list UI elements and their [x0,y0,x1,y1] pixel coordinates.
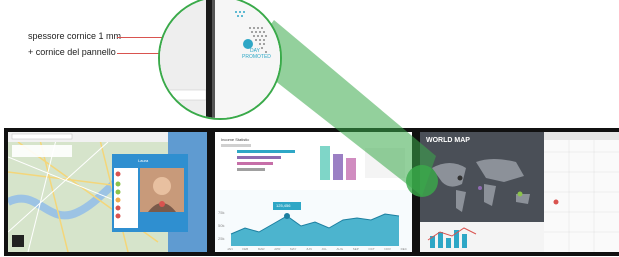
zoom-projection [246,20,438,197]
magnifier-circle: DAY PROMOTED [158,0,282,120]
badge-line-2: PROMOTED [242,54,271,60]
